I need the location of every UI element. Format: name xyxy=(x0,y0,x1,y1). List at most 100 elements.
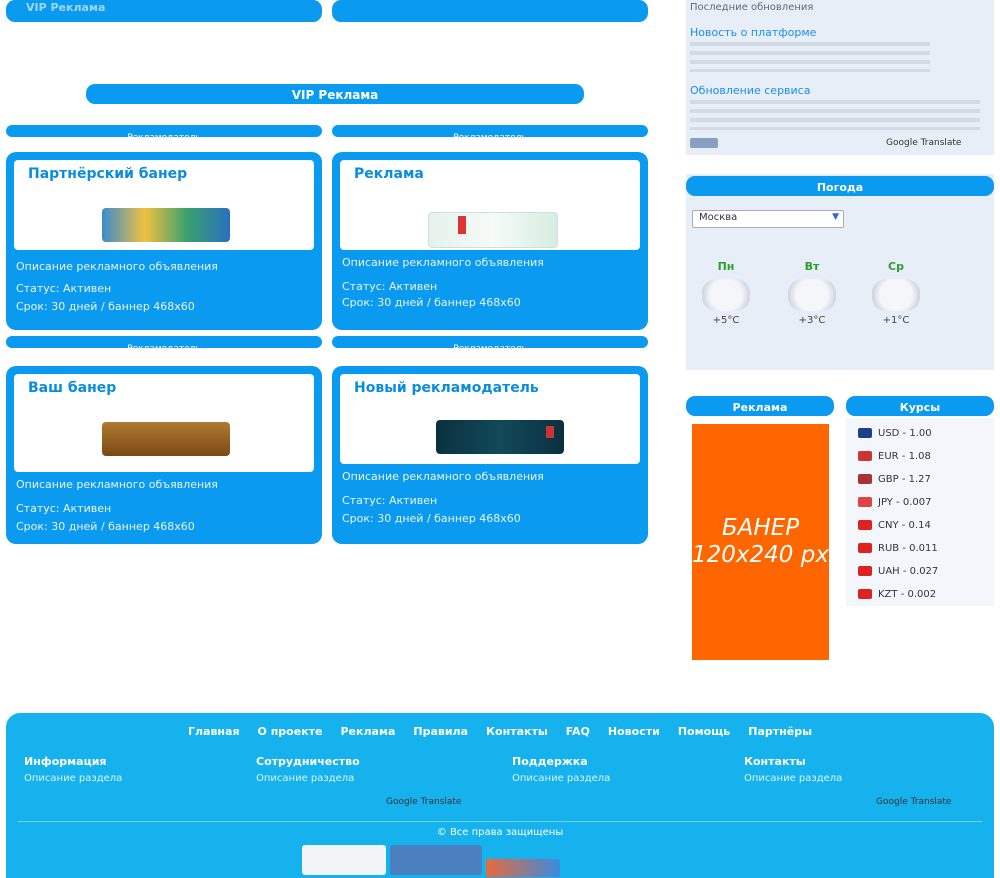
weather-day-temp: +3°C xyxy=(798,315,826,326)
card-header-1: Рекламодатель xyxy=(6,125,322,143)
ad-card-2[interactable]: Реклама Описание рекламного объявления С… xyxy=(332,152,648,330)
news-item-3[interactable]: Обновление сервиса xyxy=(690,84,810,97)
ad-card-desc: Описание рекламного объявления xyxy=(16,478,218,491)
top-pill-right[interactable] xyxy=(332,0,648,22)
currency-title-bar: Курсы xyxy=(846,396,994,416)
flag-icon xyxy=(858,543,872,553)
ad-banner-image[interactable] xyxy=(102,422,230,456)
currency-code: JPY xyxy=(878,497,893,508)
ad-card-line2: Срок: 30 дней / баннер 468x60 xyxy=(16,300,195,313)
ad-card-4[interactable]: Новый рекламодатель Описание рекламного … xyxy=(332,366,648,544)
footer-nav-link[interactable]: Новости xyxy=(608,725,660,738)
flag-icon xyxy=(858,589,872,599)
ad-banner-image[interactable] xyxy=(102,208,230,242)
footer-nav-link[interactable]: Правила xyxy=(413,725,468,738)
counter-badge-1[interactable] xyxy=(302,845,386,875)
currency-rate: 1.08 xyxy=(908,451,931,462)
currency-rate: 1.00 xyxy=(909,428,932,439)
currency-row: UAH - 0.027 xyxy=(858,566,938,577)
google-translate-button[interactable]: Google Translate xyxy=(886,138,961,148)
ad-card-desc: Описание рекламного объявления xyxy=(16,260,218,273)
currency-code: KZT xyxy=(878,589,898,600)
currency-rate: 0.011 xyxy=(909,543,938,554)
banner-title-bar: Реклама xyxy=(686,396,834,416)
currency-rate: 0.002 xyxy=(907,589,937,600)
ad-banner-accent-icon xyxy=(458,216,466,234)
ad-banner-image[interactable] xyxy=(436,420,564,454)
weather-day-1: Пн +5°C xyxy=(686,260,766,326)
ad-card-desc: Описание рекламного объявления xyxy=(342,470,544,483)
news-item-2[interactable]: Новость о платформе xyxy=(690,26,816,39)
card-header-label: Рекламодатель xyxy=(127,344,201,354)
ad-card-1[interactable]: Партнёрский банер Описание рекламного об… xyxy=(6,152,322,330)
footer-translate-button-1[interactable]: Google Translate xyxy=(386,797,461,807)
footer-column-heading: Поддержка xyxy=(512,755,588,768)
ad-card-line1: Статус: Активен xyxy=(342,280,438,293)
ad-card-line1: Статус: Активен xyxy=(16,282,112,295)
ad-card-line1: Статус: Активен xyxy=(342,494,438,507)
footer-nav-link[interactable]: FAQ xyxy=(566,725,590,738)
city-select[interactable]: Москва ▼ xyxy=(692,210,844,228)
weather-title-bar: Погода xyxy=(686,176,994,196)
flag-icon xyxy=(858,566,872,576)
flag-icon xyxy=(858,428,872,438)
footer-column-2: Сотрудничество Описание раздела xyxy=(256,755,486,785)
currency-code: RUB xyxy=(878,543,900,554)
footer-translate-button-2[interactable]: Google Translate xyxy=(876,797,951,807)
footer-nav-link[interactable]: Партнёры xyxy=(748,725,812,738)
footer-column-text: Описание раздела xyxy=(256,773,355,784)
ad-card-3[interactable]: Ваш банер Описание рекламного объявления… xyxy=(6,366,322,544)
weather-day-temp: +5°C xyxy=(712,315,740,326)
news-item-2-desc xyxy=(690,42,930,72)
counter-badge-3[interactable] xyxy=(486,859,560,877)
currency-row: KZT - 0.002 xyxy=(858,589,936,600)
weather-day-name: Ср xyxy=(888,260,904,273)
ad-card-line2: Срок: 30 дней / баннер 468x60 xyxy=(16,520,195,533)
news-item-1[interactable]: Последние обновления xyxy=(690,2,813,13)
weather-day-2: Вт +3°C xyxy=(772,260,852,326)
footer-column-heading: Сотрудничество xyxy=(256,755,360,768)
weather-day-3: Ср +1°C xyxy=(856,260,936,326)
footer-nav-link[interactable]: Главная xyxy=(188,725,240,738)
banner-text: БАНЕР 120x240 px xyxy=(692,515,829,568)
flag-icon xyxy=(858,474,872,484)
footer-divider xyxy=(18,821,982,822)
currency-code: CNY xyxy=(878,520,899,531)
currency-rate: 0.027 xyxy=(909,566,939,577)
ad-card-line2: Срок: 30 дней / баннер 468x60 xyxy=(342,512,521,525)
ad-banner-image[interactable] xyxy=(428,212,558,248)
currency-rate: 1.27 xyxy=(908,474,931,485)
card-header-3: Рекламодатель xyxy=(6,336,322,354)
cloud-icon xyxy=(788,279,836,311)
top-pill-left[interactable]: VIP Реклама xyxy=(6,0,322,22)
weather-block: Погода Москва ▼ Пн +5°C Вт +3°C Ср +1°C xyxy=(686,174,994,370)
currency-code: UAH xyxy=(878,566,900,577)
ad-banner-accent-icon xyxy=(546,426,554,438)
news-item-3-desc xyxy=(690,100,980,130)
card-header-2: Рекламодатель xyxy=(332,125,648,143)
weather-title: Погода xyxy=(816,181,864,194)
footer-nav-link[interactable]: Контакты xyxy=(486,725,548,738)
section-title-bar: VIP Реклама xyxy=(86,84,584,104)
footer-nav-link[interactable]: О проекте xyxy=(258,725,323,738)
share-icon[interactable] xyxy=(690,138,718,148)
counter-badge-2[interactable] xyxy=(390,845,482,875)
flag-icon xyxy=(858,520,872,530)
banner-title: Реклама xyxy=(732,401,788,414)
flag-icon xyxy=(858,451,872,461)
ad-card-banner-area: Партнёрский банер xyxy=(14,160,314,250)
ad-card-title: Партнёрский банер xyxy=(28,166,188,182)
footer-nav-link[interactable]: Помощь xyxy=(678,725,730,738)
card-header-label: Рекламодатель xyxy=(127,133,201,143)
ad-card-title: Новый рекламодатель xyxy=(354,380,539,396)
footer-nav-link[interactable]: Реклама xyxy=(341,725,396,738)
currency-code: GBP xyxy=(878,474,899,485)
news-block: Последние обновления Новость о платформе… xyxy=(686,0,994,155)
banner-120x240[interactable]: БАНЕР 120x240 px xyxy=(692,424,829,660)
currency-list xyxy=(846,418,994,606)
footer-column-3: Поддержка Описание раздела xyxy=(512,755,742,785)
ad-card-line1: Статус: Активен xyxy=(16,502,112,515)
footer-column-heading: Информация xyxy=(24,755,107,768)
currency-title: Курсы xyxy=(899,401,941,414)
card-header-4: Рекламодатель xyxy=(332,336,648,354)
